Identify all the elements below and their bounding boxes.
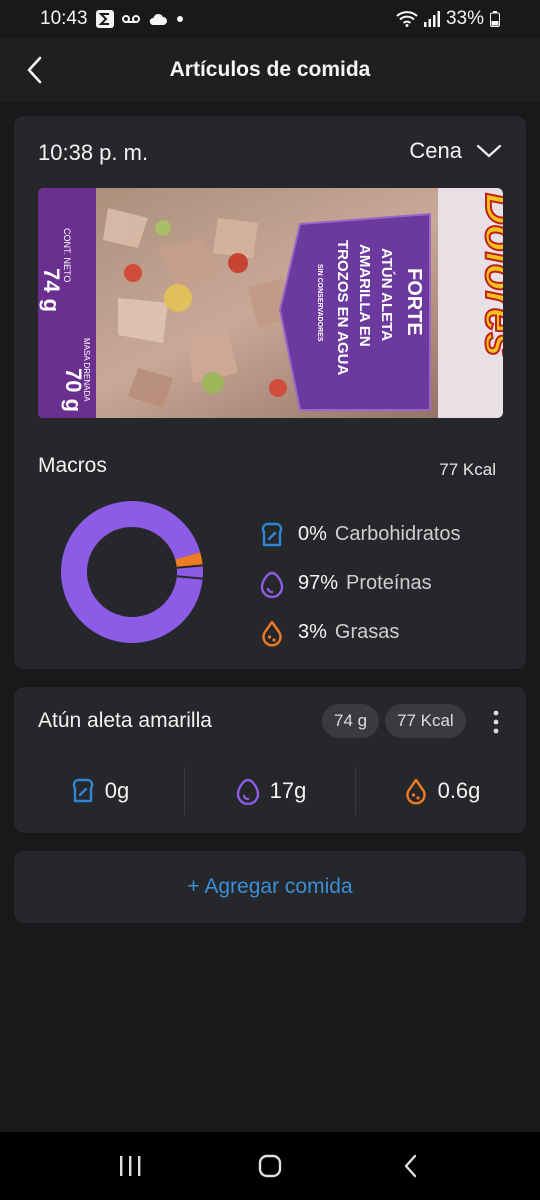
wifi-icon (396, 11, 418, 27)
system-back-button[interactable] (380, 1136, 440, 1196)
fat-label: Grasas (334, 621, 400, 643)
egg-icon (236, 778, 259, 805)
macros-kcal: 77 Kcal (439, 460, 496, 479)
legend-carbs: 0% Carbohidratos (258, 510, 461, 559)
chevron-left-icon (404, 1154, 417, 1178)
meal-card: 10:38 p. m. Cena CONT. NETO 74 g MASA DR… (14, 116, 526, 669)
carbs-amount: 0g (14, 761, 184, 821)
chevron-left-icon (27, 56, 42, 84)
chevron-down-icon (476, 144, 502, 158)
carbs-grams: 0g (104, 778, 130, 803)
macros-donut-chart (61, 501, 203, 643)
meal-type-value: Cena (409, 138, 462, 163)
drained-value: 70 g (61, 368, 86, 412)
product-badge: SIN CONSERVADORES (316, 264, 323, 342)
voicemail-icon (121, 13, 140, 25)
product-line: FORTE (403, 268, 425, 336)
back-button[interactable] (16, 52, 52, 88)
meal-time[interactable]: 10:38 p. m. (38, 140, 148, 166)
drop-icon (405, 778, 426, 805)
top-app-bar: Artículos de comida (0, 38, 540, 102)
donut-slice-proteínas (61, 501, 203, 643)
nutrient-row: 0g 17g 0.6g (14, 761, 526, 821)
legend-protein: 97% Proteínas (258, 559, 461, 608)
system-navigation-bar (0, 1132, 540, 1200)
kcal-chip: 77 Kcal (385, 704, 466, 738)
bread-icon (258, 521, 286, 549)
net-value: 74 g (39, 268, 64, 312)
signal-icon (423, 11, 440, 27)
macros-legend: 0% Carbohidratos 97% Proteínas 3% Grasas (258, 510, 461, 657)
home-button[interactable] (240, 1136, 300, 1196)
sigma-app-icon (95, 10, 114, 28)
meal-type-dropdown[interactable]: Cena (409, 138, 502, 164)
protein-grams: 17g (269, 778, 307, 803)
protein-amount: 17g (185, 761, 355, 821)
product-line-1: ATÚN ALETA (378, 248, 396, 341)
home-icon (258, 1154, 282, 1178)
macros-title: Macros (38, 454, 107, 477)
fat-percent: 3% (298, 621, 327, 643)
dot-icon (176, 15, 184, 23)
product-line-2: AMARILLA EN (356, 244, 373, 347)
drop-icon (258, 619, 286, 647)
recent-apps-button[interactable] (100, 1136, 160, 1196)
cloud-icon (148, 12, 168, 26)
add-food-label: + Agregar comida (187, 875, 353, 898)
protein-label: Proteínas (346, 572, 432, 594)
weight-chip[interactable]: 74 g (322, 704, 380, 738)
egg-icon (258, 570, 286, 598)
add-food-button[interactable]: + Agregar comida (14, 851, 526, 923)
more-options-button[interactable] (484, 707, 508, 737)
donut-slice-grasas (175, 552, 203, 569)
page-title: Artículos de comida (169, 58, 371, 81)
product-line-3: TROZOS EN AGUA (334, 240, 351, 375)
battery-percent: 33% (445, 8, 484, 29)
legend-fat: 3% Grasas (258, 608, 461, 657)
carbs-label: Carbohidratos (334, 523, 461, 545)
status-time: 10:43 (40, 8, 88, 29)
bread-icon (72, 778, 94, 803)
brand-logo: Dolores (476, 193, 503, 357)
more-vertical-icon (493, 710, 499, 734)
fat-amount: 0.6g (356, 761, 526, 821)
food-photo[interactable]: CONT. NETO 74 g MASA DRENADA 70 g FORTE … (38, 188, 503, 418)
battery-icon (490, 11, 500, 27)
status-bar: 10:43 33% (0, 0, 540, 38)
fat-grams: 0.6g (437, 778, 481, 803)
protein-percent: 97% (298, 572, 339, 594)
carbs-percent: 0% (298, 523, 327, 545)
food-item-name: Atún aleta amarilla (38, 709, 212, 732)
food-item-card[interactable]: Atún aleta amarilla 74 g 77 Kcal 0g 17g … (14, 687, 526, 833)
recent-apps-icon (120, 1156, 141, 1176)
